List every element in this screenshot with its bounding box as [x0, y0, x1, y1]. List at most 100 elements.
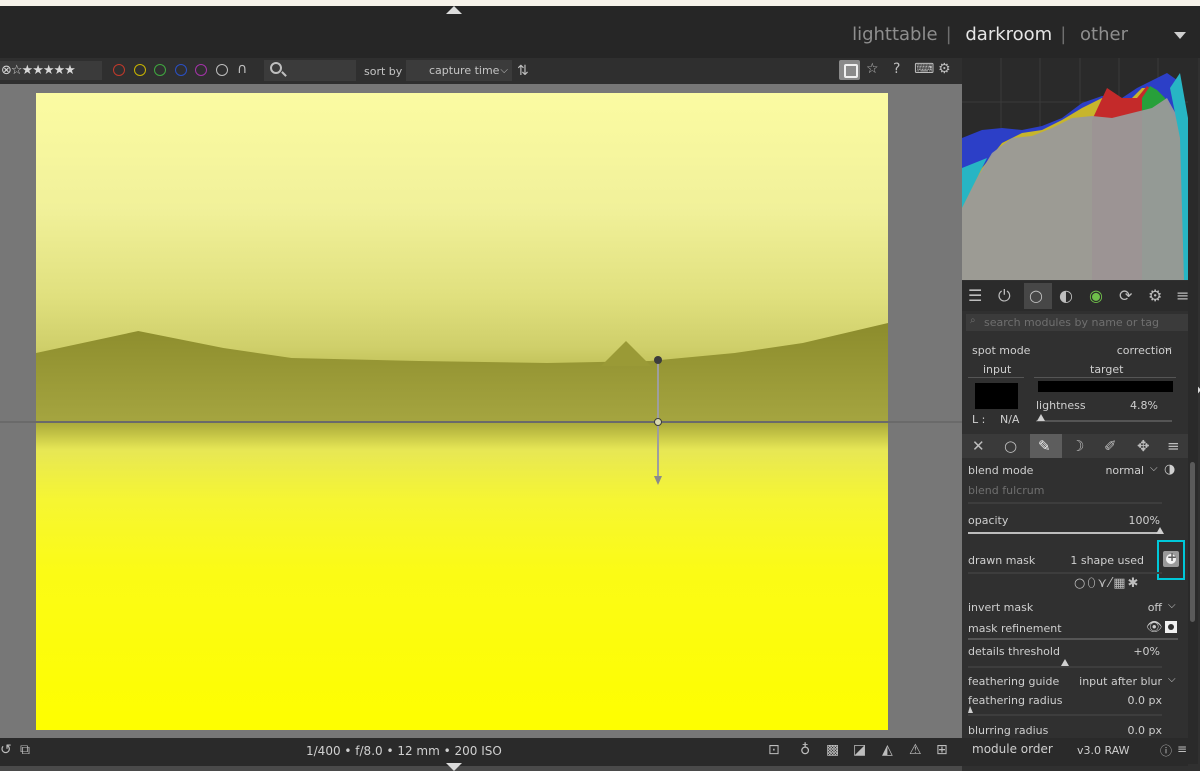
mask-off-icon[interactable]: ✕: [972, 437, 985, 455]
l-label: L :: [972, 413, 986, 426]
rating-filter[interactable]: ⊗☆★★★★★: [0, 61, 102, 80]
softproof-icon[interactable]: ◭: [882, 742, 893, 758]
feathering-radius-slider[interactable]: [968, 714, 1162, 716]
opacity-slider[interactable]: [968, 532, 1162, 534]
collapse-top-panel-arrow[interactable]: [446, 6, 462, 14]
reset-icon[interactable]: ⓘ: [1160, 742, 1172, 759]
color-label-dot[interactable]: [154, 64, 166, 76]
presets-menu-icon[interactable]: ≡: [1177, 742, 1187, 756]
chevron-down-icon: ⌵: [1164, 343, 1172, 354]
feathering-radius-slider-handle[interactable]: [968, 706, 973, 713]
focus-peaking-icon[interactable]: ⊡: [768, 742, 780, 758]
shape-tools[interactable]: ○⬯⋎⁄▦✱: [1074, 576, 1140, 591]
add-shape-icon[interactable]: [1163, 550, 1179, 567]
eye-icon[interactable]: 👁: [1146, 620, 1163, 635]
color-label-dot[interactable]: [215, 64, 228, 76]
effect-group-icon[interactable]: ⚙: [1148, 286, 1162, 305]
color-label-dot[interactable]: [113, 64, 125, 76]
color-label-dot[interactable]: [174, 64, 187, 76]
view-other[interactable]: other: [1080, 24, 1128, 45]
feathering-guide-select[interactable]: input after blur: [1070, 675, 1162, 688]
uniform-mask-icon[interactable]: ○: [1004, 437, 1017, 455]
circle-shape-icon[interactable]: ○: [1074, 576, 1087, 591]
rotation-anchor-point[interactable]: [654, 356, 662, 364]
gear-icon[interactable]: ⚙: [938, 61, 951, 77]
lightness-slider[interactable]: [1036, 420, 1172, 422]
view-switcher: lighttable | darkroom | other: [846, 24, 1134, 45]
view-lighttable[interactable]: lighttable: [852, 24, 937, 45]
gradient-center-point[interactable]: [654, 418, 662, 426]
spot-mode-label: spot mode: [972, 344, 1031, 357]
sort-order-icon[interactable]: ⇅: [517, 63, 529, 79]
color-label-dot[interactable]: [195, 64, 207, 76]
mask-menu-icon[interactable]: ≡: [1167, 437, 1180, 455]
views-dropdown-icon[interactable]: [1174, 32, 1186, 39]
gradient-direction-arrow[interactable]: [654, 476, 662, 485]
raw-overexposed-icon[interactable]: ▩: [826, 742, 839, 758]
details-threshold-slider-handle[interactable]: [1061, 659, 1069, 666]
union-operator-icon[interactable]: ∩: [237, 61, 247, 77]
shapes-manager-icon[interactable]: ✱: [1128, 576, 1141, 591]
chevron-down-icon: ⌵: [500, 65, 508, 76]
histogram[interactable]: [962, 58, 1198, 280]
view-darkroom[interactable]: darkroom: [965, 24, 1052, 45]
blend-mode-select[interactable]: normal: [1090, 464, 1144, 477]
color-group-icon[interactable]: ◉: [1089, 286, 1103, 305]
drawn-mask-separator: [968, 572, 1162, 574]
drawn-mask-icon[interactable]: ✎: [1038, 437, 1051, 455]
drawn-parametric-mask-icon[interactable]: ✐: [1104, 437, 1117, 455]
quick-access-icon[interactable]: ☰: [968, 286, 982, 305]
tone-group-icon[interactable]: ◐: [1059, 286, 1073, 305]
feathering-radius-value: 0.0 px: [1127, 694, 1162, 707]
module-order-value[interactable]: v3.0 RAW: [1077, 744, 1130, 757]
iso12646-icon[interactable]: ♁: [800, 742, 810, 758]
collapse-bottom-panel-arrow[interactable]: [446, 763, 462, 771]
chevron-down-icon: ⌵: [1150, 463, 1158, 474]
raster-mask-icon[interactable]: ✥: [1137, 437, 1150, 455]
chevron-down-icon: ⌵: [1168, 600, 1176, 611]
search-icon: ⌕: [970, 315, 976, 326]
photo-landscape-silhouette: [36, 323, 888, 423]
grouping-icon[interactable]: [839, 60, 860, 80]
lightness-slider-handle[interactable]: [1037, 414, 1045, 421]
parametric-mask-icon[interactable]: ☽: [1071, 437, 1084, 455]
sort-by-value: capture time: [429, 64, 500, 77]
guides-icon[interactable]: ⊞: [936, 742, 948, 758]
details-threshold-slider[interactable]: [968, 666, 1162, 668]
details-threshold-value: +0%: [1133, 645, 1160, 658]
star-icon[interactable]: ☆: [866, 61, 879, 77]
scrollbar-thumb[interactable]: [1190, 462, 1195, 622]
help-icon[interactable]: ?: [893, 61, 900, 77]
clipping-indicator-icon[interactable]: ◪: [853, 742, 866, 758]
power-icon[interactable]: ⏻: [998, 286, 1011, 306]
undo-icon[interactable]: ↺: [0, 742, 12, 758]
chevron-down-icon: ⌵: [1168, 674, 1176, 685]
target-tab-label: target: [1090, 363, 1124, 376]
target-color-bar[interactable]: [1038, 381, 1173, 392]
path-shape-icon[interactable]: ⋎: [1098, 576, 1110, 591]
lightness-value: 4.8%: [1130, 399, 1158, 412]
display-mask-icon[interactable]: [1165, 621, 1177, 633]
lightness-label: lightness: [1036, 399, 1086, 412]
input-color-swatch: [975, 383, 1018, 409]
right-panel-scrollbar[interactable]: [1188, 58, 1198, 764]
photo-preview[interactable]: [36, 93, 888, 730]
spot-mode-select[interactable]: correction: [1080, 344, 1172, 357]
blend-reverse-icon[interactable]: ◑: [1164, 462, 1175, 477]
invert-mask-label: invert mask: [968, 601, 1034, 614]
color-label-dot[interactable]: [133, 64, 146, 76]
keyboard-icon[interactable]: ⌨: [914, 61, 934, 77]
sort-by-select[interactable]: capture time ⌵: [406, 60, 512, 81]
second-window-icon[interactable]: ⧉: [20, 742, 30, 758]
blurring-radius-value: 0.0 px: [1127, 724, 1162, 736]
drawn-mask-value[interactable]: 1 shape used: [1060, 554, 1144, 567]
gradient-shape-icon[interactable]: ▦: [1113, 576, 1127, 591]
base-group-icon[interactable]: ○: [1029, 286, 1043, 305]
module-search-input[interactable]: search modules by name or tag: [966, 314, 1194, 331]
gradient-line[interactable]: [0, 421, 962, 423]
opacity-slider-handle[interactable]: [1156, 527, 1164, 534]
gamut-check-icon[interactable]: ⚠: [909, 742, 922, 758]
invert-mask-select[interactable]: off: [1120, 601, 1162, 614]
correct-group-icon[interactable]: ⟳: [1119, 286, 1132, 305]
ellipse-shape-icon[interactable]: ⬯: [1087, 576, 1097, 591]
